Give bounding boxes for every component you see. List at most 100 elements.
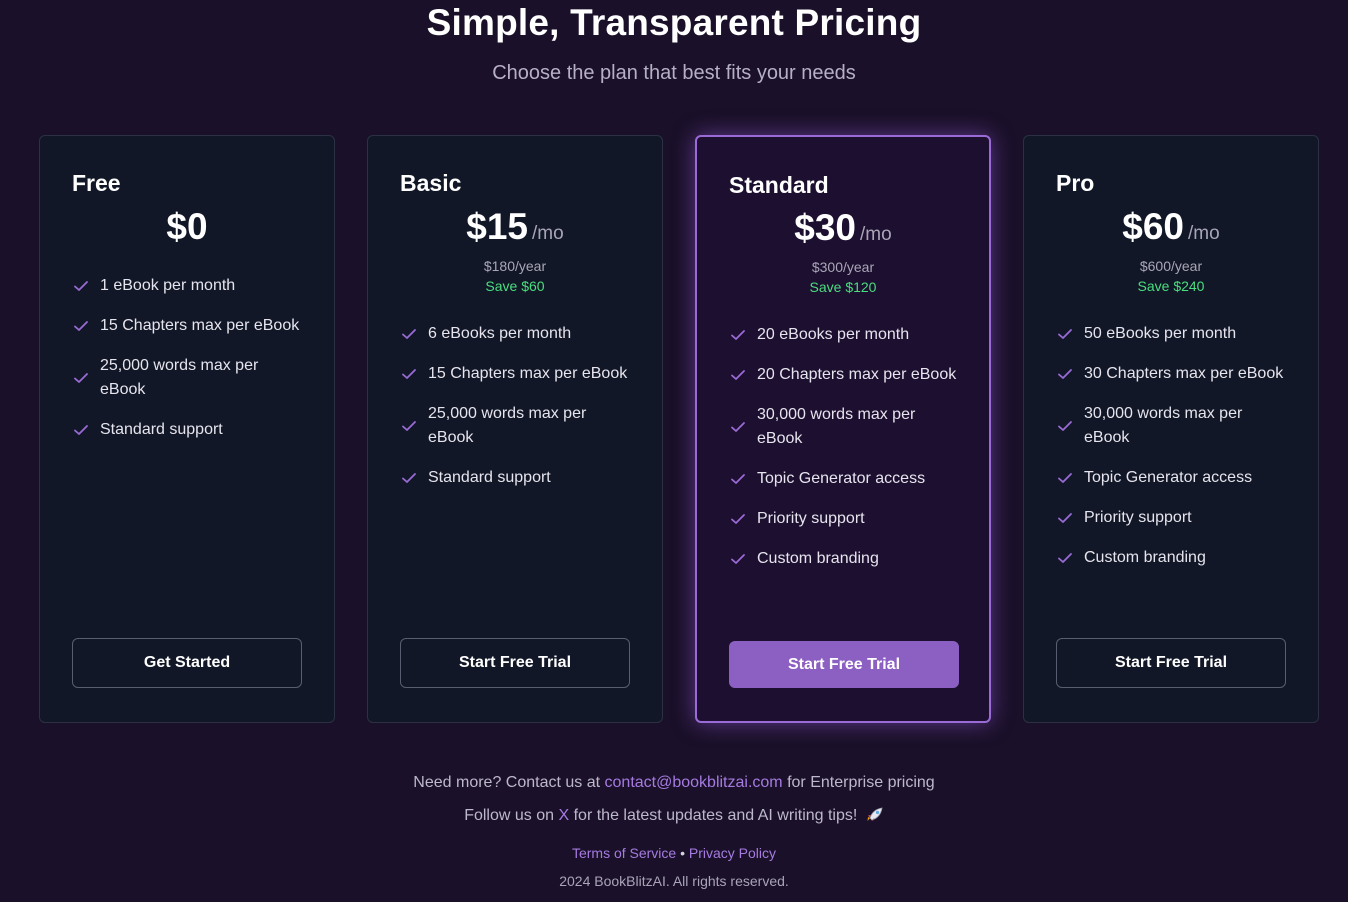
plan-card-pro: Pro $60/mo $600/year Save $240 50 eBooks… — [1023, 135, 1319, 723]
plan-card-basic: Basic $15/mo $180/year Save $60 6 eBooks… — [367, 135, 663, 723]
yearly-price: $180/year — [483, 258, 547, 274]
get-started-button[interactable]: Get Started — [72, 638, 302, 688]
follow-suffix: for the latest updates and AI writing ti… — [573, 807, 858, 824]
plan-name: Pro — [1056, 170, 1095, 196]
start-free-trial-button[interactable]: Start Free Trial — [729, 641, 959, 688]
feature-item: Priority support — [730, 507, 960, 531]
price-row: $60/mo — [1024, 206, 1318, 248]
feature-item: 30,000 words max per eBook — [730, 403, 960, 451]
privacy-policy-link[interactable]: Privacy Policy — [689, 845, 776, 861]
feature-item: 20 eBooks per month — [730, 323, 960, 347]
plan-card-free: Free $0 1 eBook per month 15 Chapters ma… — [39, 135, 335, 723]
start-free-trial-button[interactable]: Start Free Trial — [400, 638, 630, 688]
check-icon — [730, 471, 750, 487]
x-social-link[interactable]: X — [558, 807, 569, 824]
price-period: /mo — [860, 224, 892, 245]
price-row: $15/mo — [368, 206, 662, 248]
contact-email-link[interactable]: contact@bookblitzai.com — [605, 774, 783, 791]
plan-name: Standard — [729, 172, 829, 198]
feature-text: Custom branding — [757, 550, 879, 567]
check-icon — [730, 367, 750, 383]
plan-price: $30 — [794, 207, 857, 248]
feature-text: 25,000 words max per eBook — [428, 405, 587, 446]
check-icon — [73, 278, 93, 294]
feature-text: 30,000 words max per eBook — [1084, 405, 1243, 446]
yearly-price: $600/year — [1139, 258, 1203, 274]
start-free-trial-button[interactable]: Start Free Trial — [1056, 638, 1286, 688]
plan-price: $0 — [166, 206, 208, 247]
contact-prefix: Need more? Contact us at — [413, 774, 601, 791]
check-icon — [730, 327, 750, 343]
feature-text: 6 eBooks per month — [428, 325, 572, 342]
savings-label: Save $120 — [809, 279, 877, 295]
savings-label: Save $240 — [1137, 278, 1205, 294]
feature-text: 30 Chapters max per eBook — [1084, 365, 1284, 382]
feature-item: 6 eBooks per month — [401, 322, 631, 346]
check-icon — [1057, 326, 1077, 342]
feature-text: Standard support — [428, 469, 551, 486]
feature-item: 25,000 words max per eBook — [401, 402, 631, 450]
check-icon — [401, 326, 421, 342]
feature-text: 15 Chapters max per eBook — [428, 365, 628, 382]
check-icon — [73, 370, 93, 386]
plan-card-standard: Standard $30/mo $300/year Save $120 20 e… — [695, 135, 991, 723]
feature-text: Priority support — [757, 510, 865, 527]
feature-item: 15 Chapters max per eBook — [401, 362, 631, 386]
plan-name: Basic — [400, 170, 462, 196]
check-icon — [401, 470, 421, 486]
feature-text: 25,000 words max per eBook — [100, 357, 259, 398]
savings-label: Save $60 — [485, 278, 545, 294]
feature-item: Priority support — [1057, 506, 1287, 530]
check-icon — [730, 419, 750, 435]
check-icon — [1057, 366, 1077, 382]
price-period: /mo — [532, 223, 564, 244]
separator-dot: • — [680, 845, 685, 861]
page-title: Simple, Transparent Pricing — [426, 2, 922, 43]
feature-text: Standard support — [100, 421, 223, 438]
feature-item: 50 eBooks per month — [1057, 322, 1287, 346]
feature-item: Topic Generator access — [1057, 466, 1287, 490]
feature-text: Custom branding — [1084, 549, 1206, 566]
check-icon — [401, 418, 421, 434]
rocket-icon — [866, 806, 884, 827]
feature-text: 1 eBook per month — [100, 277, 236, 294]
feature-list: 1 eBook per month 15 Chapters max per eB… — [73, 274, 303, 458]
feature-item: 30,000 words max per eBook — [1057, 402, 1287, 450]
plan-price: $15 — [466, 206, 529, 247]
feature-item: Topic Generator access — [730, 467, 960, 491]
feature-text: 50 eBooks per month — [1084, 325, 1237, 342]
check-icon — [1057, 510, 1077, 526]
feature-text: 20 Chapters max per eBook — [757, 366, 957, 383]
check-icon — [1057, 470, 1077, 486]
feature-text: Topic Generator access — [757, 470, 926, 487]
feature-item: 30 Chapters max per eBook — [1057, 362, 1287, 386]
feature-text: 15 Chapters max per eBook — [100, 317, 300, 334]
check-icon — [401, 366, 421, 382]
plan-name: Free — [72, 170, 121, 196]
copyright: 2024 BookBlitzAI. All rights reserved. — [559, 873, 789, 889]
terms-of-service-link[interactable]: Terms of Service — [572, 845, 676, 861]
pricing-page: Simple, Transparent Pricing Choose the p… — [0, 0, 1348, 902]
price-row: $0 — [40, 206, 334, 248]
feature-list: 50 eBooks per month 30 Chapters max per … — [1057, 322, 1287, 586]
follow-line: Follow us on X for the latest updates an… — [0, 806, 1348, 827]
feature-item: Standard support — [401, 466, 631, 490]
feature-text: Priority support — [1084, 509, 1192, 526]
legal-links: Terms of Service • Privacy Policy — [0, 845, 1348, 861]
plan-price: $60 — [1122, 206, 1185, 247]
feature-item: Custom branding — [1057, 546, 1287, 570]
check-icon — [73, 422, 93, 438]
page-subtitle: Choose the plan that best fits your need… — [492, 62, 856, 84]
feature-list: 20 eBooks per month 20 Chapters max per … — [730, 323, 960, 587]
check-icon — [730, 511, 750, 527]
check-icon — [1057, 418, 1077, 434]
price-period: /mo — [1188, 223, 1220, 244]
check-icon — [73, 318, 93, 334]
feature-item: Standard support — [73, 418, 303, 442]
feature-text: Topic Generator access — [1084, 469, 1253, 486]
yearly-price: $300/year — [811, 259, 875, 275]
feature-item: 20 Chapters max per eBook — [730, 363, 960, 387]
feature-item: 15 Chapters max per eBook — [73, 314, 303, 338]
price-row: $30/mo — [697, 207, 989, 249]
feature-list: 6 eBooks per month 15 Chapters max per e… — [401, 322, 631, 506]
